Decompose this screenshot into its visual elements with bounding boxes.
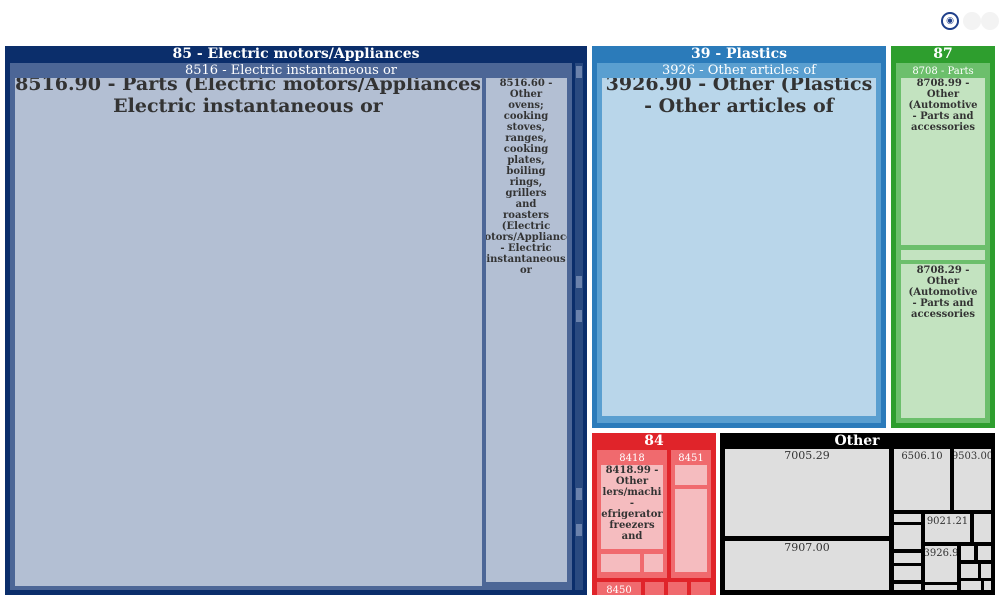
group-label-87: 87: [933, 46, 952, 62]
leaf-tile-3926-90[interactable]: [602, 78, 876, 416]
leaf-tile-9503-00-label: 9503.00: [952, 451, 993, 462]
leaf-tile-8708-small[interactable]: [901, 250, 985, 260]
subgroup-tile-84-small-2[interactable]: [691, 582, 710, 595]
leaf-tile-3926-9-label: 3926.9: [924, 548, 959, 559]
toolbar-button-icon[interactable]: [981, 12, 999, 30]
subgroup-label-8708: 8708 - Parts: [912, 66, 973, 77]
plotly-logo-icon[interactable]: ◉: [941, 12, 959, 30]
subgroup-tile-84-small-0[interactable]: [645, 582, 664, 595]
leaf-tile-other-small-8[interactable]: [961, 564, 978, 578]
leaf-tile-other-small-0[interactable]: [894, 514, 921, 522]
leaf-tile-other-small-9[interactable]: [981, 564, 991, 578]
leaf-tile-85-small-4[interactable]: [576, 524, 582, 536]
leaf-tile-other-small-5[interactable]: [974, 514, 991, 542]
leaf-tile-6506-10-label: 6506.10: [901, 451, 942, 462]
leaf-label-3926-90: 3926.90 - Other (Plastics - Other article…: [606, 73, 873, 117]
treemap-chart: 85 - Electric motors/Appliances8516 - El…: [5, 46, 995, 596]
leaf-tile-other-small-10[interactable]: [961, 581, 981, 590]
subgroup-label-8451: 8451: [678, 453, 703, 464]
toolbar-button-icon[interactable]: [963, 12, 981, 30]
leaf-tile-other-small-11[interactable]: [984, 581, 991, 590]
subgroup-label-3926: 3926 - Other articles of: [662, 63, 817, 78]
leaf-label-8708-99: 8708.99 -Other (Automotive - Parts and acce…: [909, 78, 978, 133]
group-label-other: Other: [834, 433, 880, 449]
leaf-tile-other-small-12[interactable]: [925, 585, 957, 590]
leaf-tile-8516-90[interactable]: [15, 78, 482, 586]
leaf-tile-8418-b[interactable]: [644, 554, 663, 572]
leaf-tile-7005-29-label: 7005.29: [784, 449, 830, 462]
leaf-tile-85-small-3[interactable]: [576, 488, 582, 500]
group-label-85: 85 - Electric motors/Appliances: [173, 46, 420, 62]
leaf-tile-other-small-4[interactable]: [894, 584, 921, 590]
leaf-tile-8451-b[interactable]: [675, 489, 707, 572]
leaf-tile-85-small-2[interactable]: [576, 310, 582, 322]
leaf-tile-8451-a[interactable]: [675, 465, 707, 485]
subgroup-tile-85-small[interactable]: [575, 63, 583, 590]
leaf-tile-other-small-1[interactable]: [894, 525, 921, 549]
group-label-84: 84: [644, 433, 664, 449]
leaf-tile-other-small-3[interactable]: [894, 566, 921, 580]
leaf-tile-7907-00-label: 7907.00: [784, 541, 830, 554]
leaf-tile-other-small-7[interactable]: [978, 546, 991, 560]
leaf-tile-9021-21-label: 9021.21: [927, 516, 968, 527]
subgroup-label-8516: 8516 - Electric instantaneous or: [185, 63, 398, 78]
leaf-label-8708-29: 8708.29 -Other (Automotive - Parts and acce…: [909, 265, 978, 320]
leaf-tile-other-small-6[interactable]: [961, 546, 974, 560]
leaf-tile-7005-29[interactable]: [725, 449, 889, 536]
subgroup-label-8450: 8450: [606, 585, 631, 596]
leaf-tile-85-small-1[interactable]: [576, 276, 582, 288]
leaf-tile-other-small-2[interactable]: [894, 553, 921, 563]
group-label-39: 39 - Plastics: [691, 46, 787, 62]
subgroup-tile-84-small-1[interactable]: [668, 582, 687, 595]
subgroup-label-8418: 8418: [619, 453, 644, 464]
leaf-tile-85-small-0[interactable]: [576, 66, 582, 78]
leaf-tile-8418-a[interactable]: [601, 554, 640, 572]
